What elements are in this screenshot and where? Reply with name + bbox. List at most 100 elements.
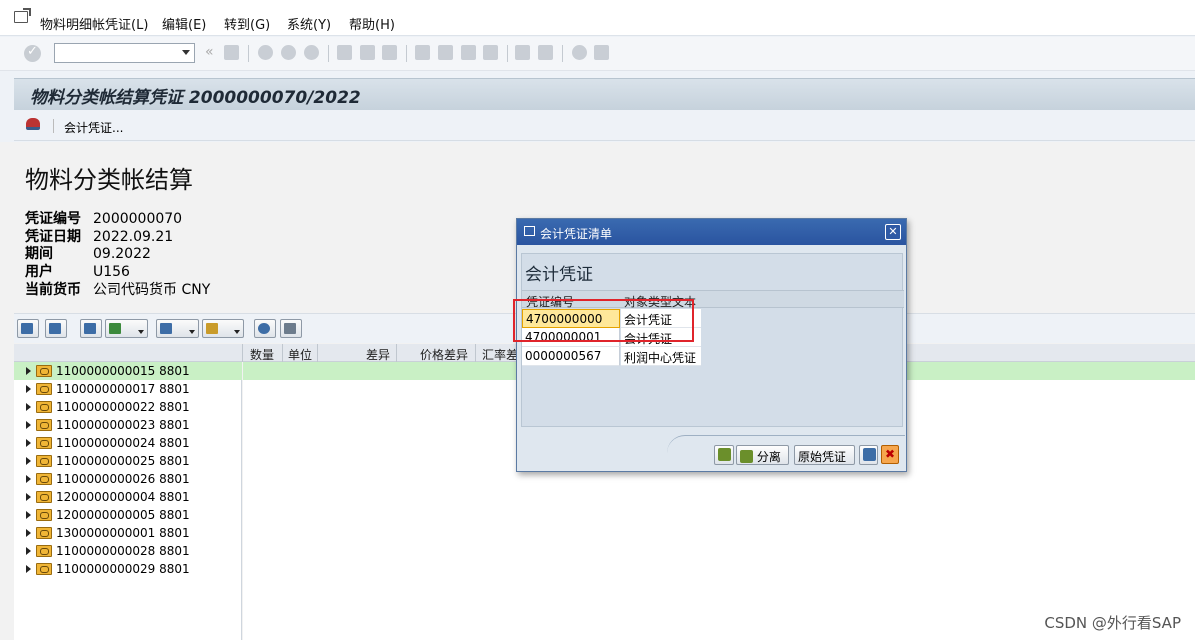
material-icon [36,509,52,521]
tree-node[interactable]: 1100000000029 8801 [14,560,242,578]
back-icon[interactable] [258,45,273,60]
application-toolbar: 会计凭证... [14,111,1195,141]
exit-session-icon[interactable] [14,11,28,23]
find-icon[interactable] [360,45,375,60]
toolbar-divider [562,45,563,62]
material-icon [36,437,52,449]
find-next-icon[interactable] [382,45,397,60]
sum-button[interactable] [105,319,148,338]
tree-node[interactable]: 1100000000026 8801 [14,470,242,488]
menu-goto[interactable]: 转到(G) [224,14,270,33]
print-icon [160,323,172,334]
tree-node[interactable]: 1100000000028 8801 [14,542,242,560]
tree-node[interactable]: 1100000000015 8801 [14,362,242,380]
next-page-icon[interactable] [461,45,476,60]
layout-button[interactable] [202,319,244,338]
details-icon [284,323,296,334]
first-page-icon[interactable] [415,45,430,60]
column-quantity[interactable]: 数量 [250,346,274,363]
cancel-button[interactable]: ✖ [881,445,899,464]
tree-node[interactable]: 1200000000004 8801 [14,488,242,506]
choose-icon [718,448,731,461]
doc-number-cell[interactable]: 0000000567 [522,347,620,366]
print-menu-button[interactable] [156,319,199,338]
expand-arrow-icon[interactable] [26,511,31,519]
help-icon[interactable] [572,45,587,60]
menu-material-ledger-doc[interactable]: 物料明细帐凭证(L) [40,14,148,33]
menu-edit[interactable]: 编辑(E) [162,14,206,33]
material-icon [36,455,52,467]
command-field[interactable] [54,43,195,63]
toolbar-divider [248,45,249,62]
tree-node[interactable]: 1100000000025 8801 [14,452,242,470]
enter-check-icon[interactable] [24,44,41,62]
chevron-down-icon[interactable] [182,50,190,55]
table-row[interactable]: 0000000567 利润中心凭证 [522,347,702,366]
column-unit[interactable]: 单位 [288,346,312,363]
print-icon[interactable] [337,45,352,60]
dialog-footer: 分离 原始凭证 ✖ [517,435,906,471]
header-field-currency: 当前货币 公司代码货币 CNY [25,279,210,299]
split-button[interactable]: 分离 [736,445,789,465]
shortcut-icon[interactable] [538,45,553,60]
expand-arrow-icon[interactable] [26,367,31,375]
tree-node[interactable]: 1100000000024 8801 [14,434,242,452]
tree-node[interactable]: 1100000000017 8801 [14,380,242,398]
exit-icon[interactable] [281,45,296,60]
tree-node[interactable]: 1100000000022 8801 [14,398,242,416]
dialog-title: 会计凭证清单 [540,227,613,241]
tree-node[interactable]: 1200000000005 8801 [14,506,242,524]
expand-arrow-icon[interactable] [26,457,31,465]
cancel-icon[interactable] [304,45,319,60]
chevron-down-icon [189,330,195,334]
column-price-variance[interactable]: 价格差异 [420,346,468,363]
field-value: 公司代码货币 CNY [93,282,211,298]
tree-node[interactable]: 1300000000001 8801 [14,524,242,542]
details-button[interactable] [280,319,302,338]
currency-icon [258,323,270,334]
standard-toolbar: « [0,37,1195,71]
material-icon [36,401,52,413]
dialog-title-bar[interactable]: 会计凭证清单 ✕ [517,219,906,245]
last-page-icon[interactable] [483,45,498,60]
find-button[interactable] [80,319,102,338]
tree-node-label: 1200000000005 8801 [56,508,190,522]
previous-page-icon[interactable] [438,45,453,60]
currency-button[interactable] [254,319,276,338]
column-divider [317,344,318,362]
expand-arrow-icon[interactable] [26,385,31,393]
customize-layout-icon[interactable] [594,45,609,60]
binoculars-icon [84,323,96,334]
column-exchange-variance[interactable]: 汇率差 [482,346,518,363]
display-hat-icon[interactable] [26,118,40,130]
save-icon[interactable] [224,45,239,60]
object-type-cell[interactable]: 利润中心凭证 [621,347,701,366]
expand-arrow-icon[interactable] [26,403,31,411]
material-icon [36,563,52,575]
tree-node[interactable]: 1100000000023 8801 [14,416,242,434]
collapse-all-button[interactable] [45,319,67,338]
screen-title: 物料分类帐结算凭证 2000000070/2022 [30,88,361,108]
print-button[interactable] [859,445,878,465]
nav-back-symbol[interactable]: « [205,44,214,60]
expand-arrow-icon[interactable] [26,421,31,429]
expand-arrow-icon[interactable] [26,475,31,483]
expand-arrow-icon[interactable] [26,439,31,447]
choose-button[interactable] [714,445,734,465]
material-icon [36,491,52,503]
toolbar-divider [406,45,407,62]
close-icon[interactable]: ✕ [885,224,901,240]
menu-help[interactable]: 帮助(H) [349,14,395,33]
expand-arrow-icon[interactable] [26,565,31,573]
menu-system[interactable]: 系统(Y) [287,14,331,33]
original-doc-button[interactable]: 原始凭证 [794,445,855,465]
column-divider [242,344,243,362]
column-variance[interactable]: 差异 [366,346,390,363]
accounting-documents-button[interactable]: 会计凭证... [64,119,123,136]
expand-arrow-icon[interactable] [26,529,31,537]
expand-all-button[interactable] [17,319,39,338]
expand-arrow-icon[interactable] [26,547,31,555]
expand-arrow-icon[interactable] [26,493,31,501]
material-icon [36,527,52,539]
new-session-icon[interactable] [515,45,530,60]
